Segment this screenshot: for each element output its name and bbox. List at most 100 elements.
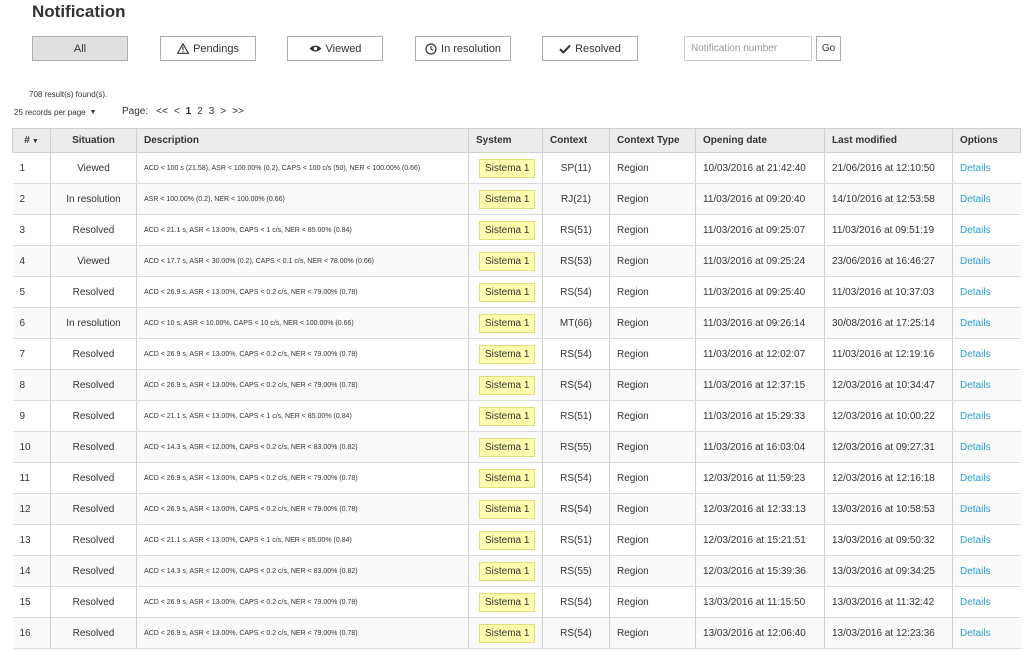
details-link[interactable]: Details [960,442,991,453]
cell-opening-date: 11/03/2016 at 09:26:14 [695,307,825,339]
table-row: 6 In resolution ACD < 10 s, ASR < 10.00%, … [12,307,1021,339]
details-link[interactable]: Details [960,566,991,577]
details-link[interactable]: Details [960,225,991,236]
column-header-last-modified[interactable]: Last modified [824,128,953,153]
cell-options: Details [952,462,1021,494]
cell-options: Details [952,276,1021,308]
details-link[interactable]: Details [960,318,991,329]
table-row: 3 Resolved ACD < 21.1 s, ASR < 13.00%, CAP… [12,214,1021,246]
details-link[interactable]: Details [960,628,991,639]
cell-last-modified: 11/03/2016 at 12:19:16 [824,338,953,370]
details-link[interactable]: Details [960,194,991,205]
filter-resolved-button[interactable]: Resolved [542,36,638,61]
details-link[interactable]: Details [960,380,991,391]
cell-opening-date: 11/03/2016 at 12:02:07 [695,338,825,370]
go-button[interactable]: Go [816,36,841,61]
pager-page-3[interactable]: 3 [209,106,215,117]
column-header-system[interactable]: System [468,128,543,153]
cell-situation: Viewed [50,152,137,184]
cell-number: 11 [12,462,51,494]
column-header-situation[interactable]: Situation [50,128,137,153]
filter-pendings-button[interactable]: Pendings [160,36,256,61]
cell-number: 4 [12,245,51,277]
cell-opening-date: 10/03/2016 at 21:42:40 [695,152,825,184]
details-link[interactable]: Details [960,163,991,174]
filter-viewed-button[interactable]: Viewed [287,36,383,61]
table-header-row: # ▼ Situation Description System Context … [12,128,1021,153]
cell-description: ASR < 100.00% (0.2), NER < 100.00% (0.66… [136,183,469,215]
cell-number: 16 [12,617,51,649]
cell-number: 5 [12,276,51,308]
cell-options: Details [952,586,1021,618]
pager-prev[interactable]: < [174,106,180,117]
cell-context-type: Region [609,183,696,215]
table-row: 4 Viewed ACD < 17.7 s, ASR < 30.00% (0.2),… [12,245,1021,277]
table-row: 7 Resolved ACD < 26.9 s, ASR < 13.00%, CAP… [12,338,1021,370]
cell-context-type: Region [609,214,696,246]
pager-last[interactable]: >> [232,106,244,117]
system-badge: Sistema 1 [479,468,536,488]
cell-situation: Resolved [50,493,137,525]
cell-system: Sistema 1 [468,617,543,649]
column-header-context-type[interactable]: Context Type [609,128,696,153]
details-link[interactable]: Details [960,411,991,422]
details-link[interactable]: Details [960,473,991,484]
cell-description: ACD < 26.9 s, ASR < 13.00%, CAPS < 0.2 c… [136,617,469,649]
cell-number: 2 [12,183,51,215]
pager-first[interactable]: << [156,106,168,117]
system-badge: Sistema 1 [479,220,536,240]
pager-page-2[interactable]: 2 [197,106,203,117]
system-badge: Sistema 1 [479,313,536,333]
cell-number: 13 [12,524,51,556]
cell-situation: Resolved [50,400,137,432]
cell-last-modified: 23/06/2016 at 16:46:27 [824,245,953,277]
column-header-description[interactable]: Description [136,128,469,153]
cell-context: RS(54) [542,586,610,618]
system-badge: Sistema 1 [479,406,536,426]
cell-opening-date: 12/03/2016 at 15:39:36 [695,555,825,587]
cell-number: 14 [12,555,51,587]
cell-options: Details [952,307,1021,339]
cell-last-modified: 12/03/2016 at 10:00:22 [824,400,953,432]
records-per-page-select[interactable]: 25 records per page ▼ [14,108,97,117]
system-badge: Sistema 1 [479,251,536,271]
details-link[interactable]: Details [960,504,991,515]
details-link[interactable]: Details [960,535,991,546]
cell-context: RS(51) [542,524,610,556]
caret-down-icon: ▼ [89,109,97,116]
cell-context-type: Region [609,524,696,556]
details-link[interactable]: Details [960,349,991,360]
column-header-opening-date[interactable]: Opening date [695,128,825,153]
cell-opening-date: 12/03/2016 at 11:59:23 [695,462,825,494]
pager-next[interactable]: > [220,106,226,117]
notification-number-input[interactable] [684,36,812,61]
details-link[interactable]: Details [960,256,991,267]
cell-options: Details [952,555,1021,587]
cell-system: Sistema 1 [468,462,543,494]
cell-system: Sistema 1 [468,245,543,277]
cell-system: Sistema 1 [468,555,543,587]
cell-opening-date: 11/03/2016 at 09:20:40 [695,183,825,215]
cell-situation: Resolved [50,462,137,494]
check-icon [559,44,571,54]
filter-in-resolution-button[interactable]: In resolution [415,36,511,61]
system-badge: Sistema 1 [479,623,536,643]
pager-page-1[interactable]: 1 [186,106,192,117]
sort-caret-icon: ▼ [31,138,39,145]
cell-options: Details [952,214,1021,246]
cell-context: RS(54) [542,493,610,525]
cell-context-type: Region [609,245,696,277]
cell-description: ACD < 17.7 s, ASR < 30.00% (0.2), CAPS <… [136,245,469,277]
filter-all-button[interactable]: All [32,36,128,61]
details-link[interactable]: Details [960,597,991,608]
cell-number: 9 [12,400,51,432]
cell-system: Sistema 1 [468,276,543,308]
pager-label: Page: [122,106,149,117]
column-header-context[interactable]: Context [542,128,610,153]
cell-situation: In resolution [50,307,137,339]
details-link[interactable]: Details [960,287,991,298]
cell-system: Sistema 1 [468,307,543,339]
cell-system: Sistema 1 [468,214,543,246]
column-header-number[interactable]: # ▼ [12,128,51,153]
cell-context-type: Region [609,493,696,525]
